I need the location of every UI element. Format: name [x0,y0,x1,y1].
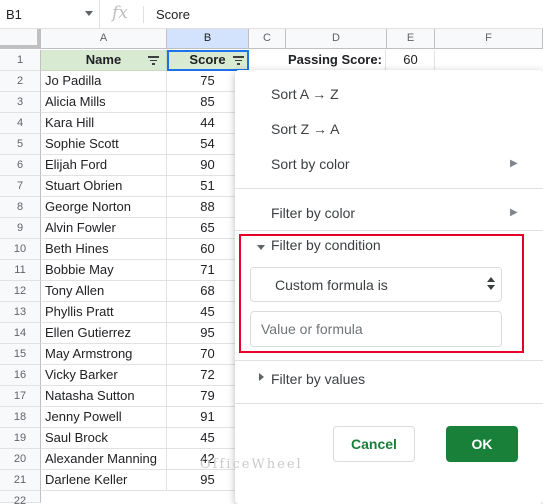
row-header[interactable]: 10 [0,239,41,260]
name-cell[interactable]: Darlene Keller [41,470,167,491]
menu-item-filter-by-values[interactable]: Filter by values [271,371,365,387]
name-box[interactable]: B1 [0,0,100,29]
select-all-corner[interactable] [0,29,41,49]
caret-right-icon[interactable] [259,373,264,381]
row-header[interactable]: 12 [0,281,41,302]
header-cell-name[interactable]: Name [41,50,167,71]
name-cell[interactable]: Ellen Gutierrez [41,323,167,344]
row-header[interactable]: 17 [0,386,41,407]
select-arrows-icon [487,277,495,290]
cancel-button[interactable]: Cancel [333,426,415,462]
name-cell[interactable]: Sophie Scott [41,134,167,155]
menu-item-filter-by-condition[interactable]: Filter by condition [271,237,381,253]
ok-button[interactable]: OK [446,426,518,462]
fx-icon: fx [112,3,128,23]
name-cell[interactable]: Saul Brock [41,428,167,449]
formula-bar-divider [143,6,144,23]
name-cell[interactable]: Alicia Mills [41,92,167,113]
formula-bar: B1 fx Score [0,0,543,29]
row-header[interactable]: 3 [0,92,41,113]
name-cell[interactable]: Stuart Obrien [41,176,167,197]
column-header-a[interactable]: A [41,29,167,49]
row-header[interactable]: 14 [0,323,41,344]
column-header-f[interactable]: F [435,29,543,49]
row-header[interactable]: 2 [0,71,41,92]
name-cell[interactable]: Alexander Manning [41,449,167,470]
name-cell[interactable]: Kara Hill [41,113,167,134]
watermark: OfficeWheel [200,457,303,472]
name-cell[interactable]: Phyllis Pratt [41,302,167,323]
row-header[interactable]: 13 [0,302,41,323]
filter-icon[interactable] [233,56,244,65]
name-cell[interactable]: Jo Padilla [41,71,167,92]
submenu-arrow-icon: ▶ [510,158,518,169]
column-header-d[interactable]: D [286,29,387,49]
condition-select-value: Custom formula is [275,277,388,293]
submenu-arrow-icon: ▶ [510,207,518,218]
column-header-c[interactable]: C [249,29,286,49]
menu-divider [235,403,543,404]
column-header-e[interactable]: E [387,29,435,49]
row-header[interactable]: 21 [0,470,41,491]
filter-icon[interactable] [148,56,159,65]
name-cell[interactable]: Beth Hines [41,239,167,260]
row-header[interactable]: 5 [0,134,41,155]
passing-score-value[interactable]: 60 [387,50,435,71]
menu-item-sort-z-a[interactable]: Sort Z → A [271,121,339,137]
row-header[interactable]: 11 [0,260,41,281]
row-header[interactable]: 19 [0,428,41,449]
row-header[interactable]: 9 [0,218,41,239]
row-header[interactable]: 1 [0,50,41,71]
caret-down-icon[interactable] [257,245,265,250]
row-header[interactable]: 15 [0,344,41,365]
name-cell[interactable]: Elijah Ford [41,155,167,176]
header-name-label: Name [85,52,122,67]
name-box-value: B1 [6,7,22,22]
header-score-label: Score [189,52,226,67]
menu-item-sort-a-z[interactable]: Sort A → Z [271,86,339,102]
row-header[interactable]: 22 [0,491,41,504]
name-cell[interactable]: Bobbie May [41,260,167,281]
column-header-b[interactable]: B [167,29,249,49]
row-header[interactable]: 7 [0,176,41,197]
name-cell[interactable]: George Norton [41,197,167,218]
name-cell[interactable]: Tony Allen [41,281,167,302]
menu-divider [235,230,543,231]
menu-divider [235,188,543,189]
chevron-down-icon[interactable] [85,11,93,16]
name-cell[interactable]: Jenny Powell [41,407,167,428]
formula-input[interactable]: Score [156,7,190,22]
condition-select[interactable]: Custom formula is [250,267,502,302]
row-header[interactable]: 16 [0,365,41,386]
row-header[interactable]: 6 [0,155,41,176]
row-header[interactable]: 4 [0,113,41,134]
menu-divider [235,360,543,361]
row-header[interactable]: 20 [0,449,41,470]
row-header[interactable]: 8 [0,197,41,218]
menu-item-sort-by-color[interactable]: Sort by color [271,156,350,172]
row-header[interactable]: 18 [0,407,41,428]
filter-menu: Sort A → Z Sort Z → A Sort by color ▶ Fi… [235,70,543,504]
header-cell-score[interactable]: Score [167,50,249,71]
menu-item-filter-by-color[interactable]: Filter by color [271,205,355,221]
name-cell[interactable]: Alvin Fowler [41,218,167,239]
value-or-formula-input[interactable] [250,311,502,347]
passing-score-label[interactable]: Passing Score: [286,50,386,71]
name-cell[interactable]: Vicky Barker [41,365,167,386]
name-cell[interactable]: May Armstrong [41,344,167,365]
name-cell[interactable]: Natasha Sutton [41,386,167,407]
